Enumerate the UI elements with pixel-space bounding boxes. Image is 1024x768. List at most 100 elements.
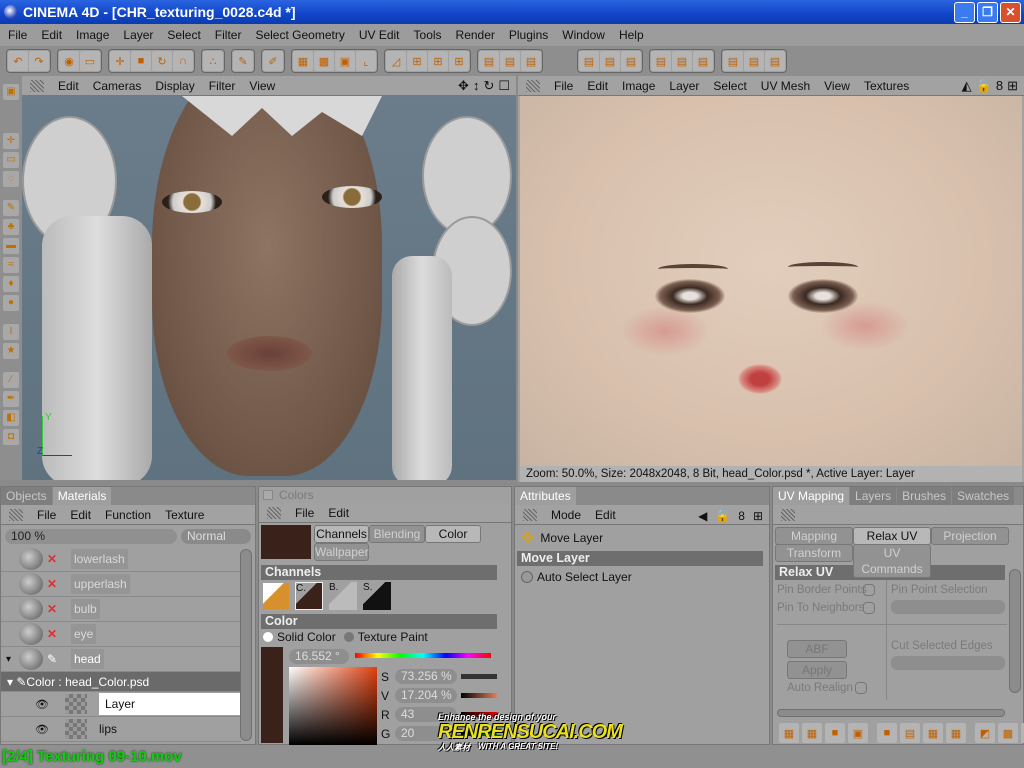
- subtab-mapping[interactable]: Mapping: [775, 527, 853, 545]
- pin-point-selection-field[interactable]: [891, 600, 1005, 614]
- material-item[interactable]: ✕ lowerlash: [1, 547, 241, 572]
- subtab-projection[interactable]: Projection: [931, 527, 1009, 545]
- orbit-icon[interactable]: ↻: [483, 78, 494, 94]
- menu-filter[interactable]: Filter: [209, 79, 236, 93]
- subtab-relax-uv[interactable]: Relax UV: [853, 527, 931, 545]
- channel-bump[interactable]: B.: [329, 582, 357, 610]
- uv-layer3-icon[interactable]: ▦: [923, 723, 943, 743]
- layout-1-icon[interactable]: ◿: [386, 51, 406, 71]
- new-panel-icon[interactable]: ⊞: [753, 509, 763, 523]
- pan-icon[interactable]: ✥: [458, 78, 469, 94]
- expand-arrow-icon[interactable]: ▾ ✎: [7, 675, 26, 689]
- v-value-field[interactable]: 17.204 %: [395, 688, 457, 703]
- uv-tool-7-icon[interactable]: ▤: [723, 51, 743, 71]
- menu-function[interactable]: Function: [105, 508, 151, 522]
- render-icon[interactable]: ▤: [479, 51, 499, 71]
- visibility-eye-icon[interactable]: 👁: [35, 698, 51, 711]
- uv-add-icon[interactable]: ▦: [779, 723, 799, 743]
- paint-icon[interactable]: ✐: [263, 51, 283, 71]
- tab-attributes[interactable]: Attributes: [515, 487, 576, 505]
- tab-wallpaper[interactable]: Wallpaper: [314, 543, 369, 561]
- opacity-field[interactable]: 100 %: [5, 528, 177, 544]
- auto-realign-checkbox[interactable]: [855, 682, 867, 694]
- hue-slider[interactable]: [355, 653, 491, 658]
- menu-edit[interactable]: Edit: [58, 79, 79, 93]
- tab-uv-mapping[interactable]: UV Mapping: [773, 487, 850, 505]
- texture-mode-icon[interactable]: ▦: [293, 51, 313, 71]
- menu-edit[interactable]: Edit: [595, 508, 616, 522]
- uv-tool-6-icon[interactable]: ▤: [693, 51, 713, 71]
- checkerboard-icon[interactable]: ▣: [335, 51, 355, 71]
- cut-selected-edges-field[interactable]: [891, 656, 1005, 670]
- materials-scrollbar[interactable]: [240, 549, 252, 741]
- 3d-view-canvas[interactable]: Y Z: [22, 96, 516, 480]
- panel-checkbox[interactable]: [263, 490, 273, 500]
- layout-3-icon[interactable]: ⊞: [428, 51, 448, 71]
- menu-file[interactable]: File: [37, 508, 56, 522]
- menu-file[interactable]: File: [295, 506, 314, 520]
- tab-brushes[interactable]: Brushes: [897, 487, 952, 505]
- tab-materials[interactable]: Materials: [52, 487, 112, 505]
- menu-uv-edit[interactable]: UV Edit: [359, 28, 400, 42]
- select-lasso-icon[interactable]: ◌: [3, 171, 19, 187]
- new-panel-icon[interactable]: ⊞: [1007, 78, 1018, 94]
- tab-layers[interactable]: Layers: [850, 487, 897, 505]
- menu-edit[interactable]: Edit: [328, 506, 349, 520]
- layer-row[interactable]: 👁 lips: [1, 717, 241, 742]
- v-slider[interactable]: [461, 693, 497, 698]
- menu-edit[interactable]: Edit: [587, 79, 608, 93]
- menu-cameras[interactable]: Cameras: [93, 79, 142, 93]
- uv-layer1-icon[interactable]: ■: [877, 723, 897, 743]
- dolly-icon[interactable]: ↕: [473, 78, 480, 94]
- live-select-icon[interactable]: ◉: [59, 51, 79, 71]
- uv-tex1-icon[interactable]: ▩: [998, 723, 1018, 743]
- rotate-icon[interactable]: ↻: [152, 51, 172, 71]
- eraser-icon[interactable]: ▬: [3, 238, 19, 254]
- s-value-field[interactable]: 73.256 %: [395, 669, 457, 684]
- layout-2-icon[interactable]: ⊞: [407, 51, 427, 71]
- channel-row[interactable]: ▾ ✎ Color : head_Color.psd: [1, 672, 241, 692]
- eyedropper-icon[interactable]: ⁄: [3, 372, 19, 388]
- menu-image[interactable]: Image: [76, 28, 109, 42]
- link-icon[interactable]: 8: [738, 509, 745, 523]
- text-icon[interactable]: I: [3, 324, 19, 340]
- clone-icon[interactable]: ♣: [3, 219, 19, 235]
- uv-tool-2-icon[interactable]: ▤: [600, 51, 620, 71]
- swatch-icon[interactable]: ◧: [3, 410, 19, 426]
- subtab-transform[interactable]: Transform: [775, 544, 853, 562]
- menu-image[interactable]: Image: [622, 79, 655, 93]
- uv-panel-vscroll[interactable]: [1009, 569, 1021, 693]
- move-icon[interactable]: ✛: [110, 51, 130, 71]
- layer-row[interactable]: 👁 Layer: [1, 692, 241, 717]
- lock-icon[interactable]: 🔓: [715, 509, 730, 523]
- menu-layer[interactable]: Layer: [123, 28, 153, 42]
- menu-window[interactable]: Window: [562, 28, 605, 42]
- tab-color[interactable]: Color: [425, 525, 481, 543]
- maximize-icon[interactable]: ☐: [498, 78, 510, 94]
- selection-icon[interactable]: ▭: [80, 51, 100, 71]
- uv-tool-8-icon[interactable]: ▤: [744, 51, 764, 71]
- texture-paint-radio[interactable]: [343, 632, 354, 642]
- restore-button[interactable]: ❐: [977, 2, 998, 23]
- fill-icon[interactable]: ♦: [3, 276, 19, 292]
- uv-tool-9-icon[interactable]: ▤: [765, 51, 785, 71]
- checker-icon[interactable]: ▩: [314, 51, 334, 71]
- sv-picker[interactable]: [289, 667, 377, 745]
- scale-icon[interactable]: ■: [131, 51, 151, 71]
- brush-tool-icon[interactable]: ✎: [3, 200, 19, 216]
- tab-blending[interactable]: Blending: [369, 525, 425, 543]
- uv-delete-icon[interactable]: ▣: [848, 723, 868, 743]
- visibility-eye-icon[interactable]: 👁: [35, 723, 51, 736]
- minimize-button[interactable]: _: [954, 2, 975, 23]
- uv-tool-4-icon[interactable]: ▤: [651, 51, 671, 71]
- select-rect-icon[interactable]: ▭: [3, 152, 19, 168]
- material-item[interactable]: ▾ ✎ head: [1, 647, 241, 672]
- pin-to-neighbors-checkbox[interactable]: [863, 602, 875, 614]
- auto-select-layer-checkbox[interactable]: [521, 571, 533, 583]
- lock-icon[interactable]: 🔓: [976, 78, 992, 94]
- menu-select-geometry[interactable]: Select Geometry: [255, 28, 344, 42]
- current-color-swatch[interactable]: [261, 525, 311, 559]
- histogram-icon[interactable]: ◭: [962, 78, 972, 94]
- pen-icon[interactable]: ✒: [3, 391, 19, 407]
- uv-add2-icon[interactable]: ▦: [802, 723, 822, 743]
